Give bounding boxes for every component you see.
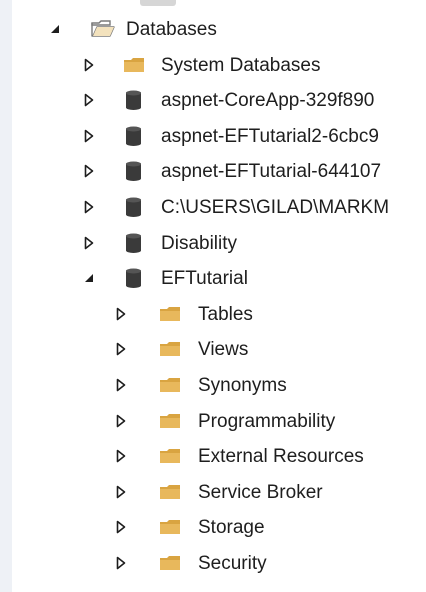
tree-item-label: Synonyms	[198, 375, 287, 396]
collapse-arrow-icon[interactable]	[48, 20, 62, 38]
tree-item-synonyms[interactable]: Synonyms	[12, 368, 426, 403]
tree-item-service-broker[interactable]: Service Broker	[12, 475, 426, 510]
folder-icon	[122, 54, 146, 76]
tree-item-label: EFTutarial	[161, 268, 248, 290]
open-folder-icon	[90, 18, 115, 40]
database-icon	[122, 267, 146, 289]
tree-item-system-databases[interactable]: System Databases	[12, 48, 426, 83]
expand-arrow-icon[interactable]	[114, 340, 128, 358]
tree-item-aspnet-coreapp[interactable]: aspnet-CoreApp-329f890	[12, 83, 426, 118]
tree-item-databases[interactable]: Databases	[12, 12, 426, 47]
expand-arrow-icon[interactable]	[114, 518, 128, 536]
tree-item-label: Service Broker	[198, 481, 323, 503]
expand-arrow-icon[interactable]	[114, 305, 128, 323]
tree-item-label: Tables	[198, 303, 253, 325]
tree-item-label: C:\USERS\GILAD\MARKM	[161, 197, 390, 218]
expand-arrow-icon[interactable]	[82, 127, 96, 145]
tree-item-label: Storage	[198, 517, 265, 539]
database-icon	[122, 125, 146, 147]
tree-item-programmability[interactable]: Programmability	[12, 404, 426, 439]
expand-arrow-icon[interactable]	[82, 198, 96, 216]
expand-arrow-icon[interactable]	[82, 91, 96, 109]
tree-item-label: aspnet-EFTutarial2-6cbc9	[161, 125, 379, 147]
tree-item-label: Programmability	[198, 410, 336, 432]
tree-item-users-gilad-markm[interactable]: C:\USERS\GILAD\MARKM	[12, 190, 426, 225]
tree-item-aspnet-eftutarial2[interactable]: aspnet-EFTutarial2-6cbc9	[12, 119, 426, 154]
folder-icon	[158, 445, 182, 467]
expand-arrow-icon[interactable]	[82, 234, 96, 252]
tree-item-label: aspnet-EFTutarial-644107	[161, 161, 382, 183]
tree-item-label: aspnet-CoreApp-329f890	[161, 90, 375, 112]
object-explorer-tree: Databases System Databases aspnet-CoreApp-…	[12, 0, 426, 592]
database-icon	[122, 196, 146, 218]
tree-item-label: Databases	[126, 19, 217, 40]
expand-arrow-icon[interactable]	[82, 162, 96, 180]
expand-arrow-icon[interactable]	[114, 376, 128, 394]
folder-icon	[158, 374, 182, 396]
folder-icon	[158, 410, 182, 432]
folder-icon	[158, 338, 182, 360]
tree-item-label: Security	[198, 553, 267, 574]
tree-item-external-resources[interactable]: External Resources	[12, 439, 426, 474]
tree-item-disability[interactable]: Disability	[12, 226, 426, 261]
tree-item-label: External Resources	[198, 446, 364, 468]
tree-item-label: Disability	[161, 232, 238, 254]
tree-item-label: Views	[198, 339, 249, 361]
expand-arrow-icon[interactable]	[114, 412, 128, 430]
folder-icon	[158, 481, 182, 503]
folder-icon	[158, 303, 182, 325]
expand-arrow-icon[interactable]	[114, 447, 128, 465]
database-icon	[122, 89, 146, 111]
database-icon	[122, 232, 146, 254]
expand-arrow-icon[interactable]	[82, 56, 96, 74]
folder-icon	[158, 552, 182, 574]
tree-item-security[interactable]: Security	[12, 546, 426, 581]
tree-item-storage[interactable]: Storage	[12, 510, 426, 545]
expand-arrow-icon[interactable]	[114, 483, 128, 501]
folder-icon	[158, 516, 182, 538]
tree-item-tables[interactable]: Tables	[12, 297, 426, 332]
database-icon	[122, 160, 146, 182]
tree-item-aspnet-eftutarial[interactable]: aspnet-EFTutarial-644107	[12, 154, 426, 189]
collapse-arrow-icon[interactable]	[82, 269, 96, 287]
tree-item-label: System Databases	[161, 54, 321, 76]
tree-item-eftutarial[interactable]: EFTutarial	[12, 261, 426, 296]
scrolled-row-remnant	[140, 0, 176, 6]
expand-arrow-icon[interactable]	[114, 554, 128, 572]
tree-item-views[interactable]: Views	[12, 332, 426, 367]
